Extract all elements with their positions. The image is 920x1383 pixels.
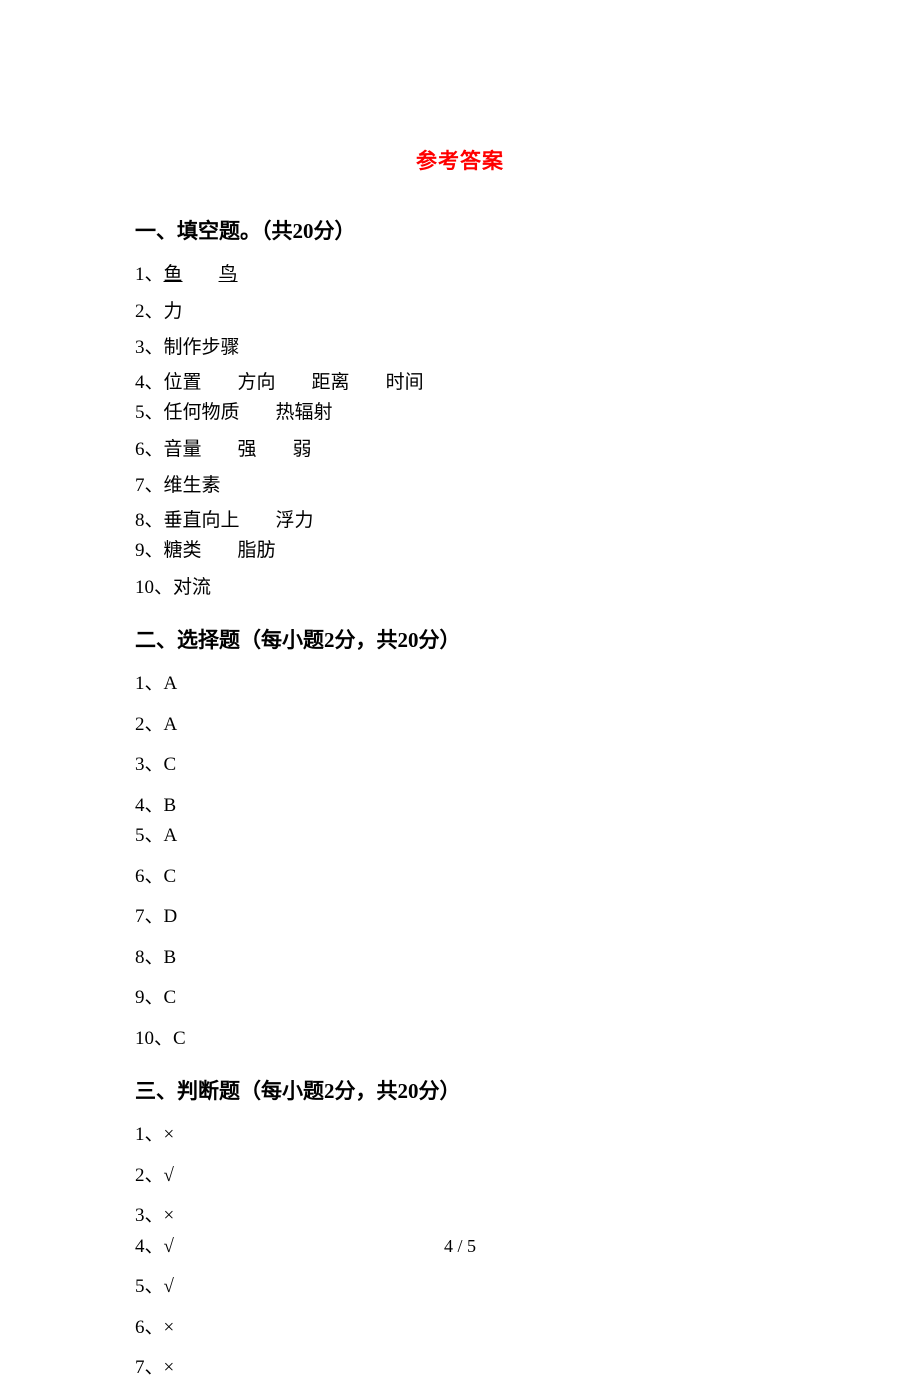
answer-text: 脂肪 [238, 540, 276, 561]
s1-answer-8: 8、垂直向上 浮力 [135, 507, 785, 536]
answer-number: 5、 [135, 402, 164, 423]
answer-text: 时间 [386, 372, 424, 393]
s2-answer-5: 5、A [135, 822, 785, 851]
answer-text: 强 [238, 439, 257, 460]
s2-answer-6: 6、C [135, 863, 785, 892]
answer-number: 8、 [135, 510, 164, 531]
s1-answer-3: 3、制作步骤 [135, 334, 785, 363]
answer-text: 距离 [312, 372, 350, 393]
s2-answer-3: 3、C [135, 751, 785, 780]
s1-answer-7: 7、维生素 [135, 472, 785, 501]
s1-answer-5: 5、任何物质 热辐射 [135, 399, 785, 428]
answer-number: 9、 [135, 540, 164, 561]
section-2-heading: 二、选择题（每小题2分，共20分） [135, 624, 785, 654]
answer-text: 任何物质 [164, 402, 240, 423]
answer-number: 4、 [135, 372, 164, 393]
s2-answer-7: 7、D [135, 903, 785, 932]
section-1-heading: 一、填空题。（共20分） [135, 215, 785, 245]
s3-answer-1: 1、× [135, 1121, 785, 1150]
s3-answer-3: 3、× [135, 1202, 785, 1231]
answer-text: 弱 [293, 439, 312, 460]
s3-answer-5: 5、√ [135, 1273, 785, 1302]
answer-number: 1、 [135, 264, 164, 285]
s2-answer-8: 8、B [135, 944, 785, 973]
s1-answer-2: 2、力 [135, 298, 785, 327]
s2-answer-2: 2、A [135, 711, 785, 740]
answer-number: 6、 [135, 439, 164, 460]
s1-answer-10: 10、对流 [135, 574, 785, 603]
s2-answer-9: 9、C [135, 984, 785, 1013]
answer-text: 方向 [238, 372, 276, 393]
s1-answer-9: 9、糖类 脂肪 [135, 537, 785, 566]
answer-text: 垂直向上 [164, 510, 240, 531]
s1-answer-1: 1、鱼 鸟 [135, 261, 785, 290]
answer-text: 鸟 [219, 264, 238, 285]
page-title: 参考答案 [135, 145, 785, 175]
answer-text: 热辐射 [276, 402, 333, 423]
s1-answer-6: 6、音量 强 弱 [135, 436, 785, 465]
section-3-heading: 三、判断题（每小题2分，共20分） [135, 1075, 785, 1105]
page-number: 4 / 5 [0, 1236, 920, 1257]
answer-text: 位置 [164, 372, 202, 393]
answer-text: 糖类 [164, 540, 202, 561]
s2-answer-1: 1、A [135, 670, 785, 699]
answer-text: 音量 [164, 439, 202, 460]
answer-text: 浮力 [276, 510, 314, 531]
s3-answer-7: 7、× [135, 1354, 785, 1383]
answer-text: 鱼 [164, 264, 183, 285]
s3-answer-2: 2、√ [135, 1162, 785, 1191]
document-body: 参考答案 一、填空题。（共20分） 1、鱼 鸟 2、力 3、制作步骤 4、位置 方向… [0, 0, 920, 1383]
s2-answer-4: 4、B [135, 792, 785, 821]
s1-answer-4: 4、位置 方向 距离 时间 [135, 369, 785, 398]
s3-answer-6: 6、× [135, 1314, 785, 1343]
s2-answer-10: 10、C [135, 1025, 785, 1054]
